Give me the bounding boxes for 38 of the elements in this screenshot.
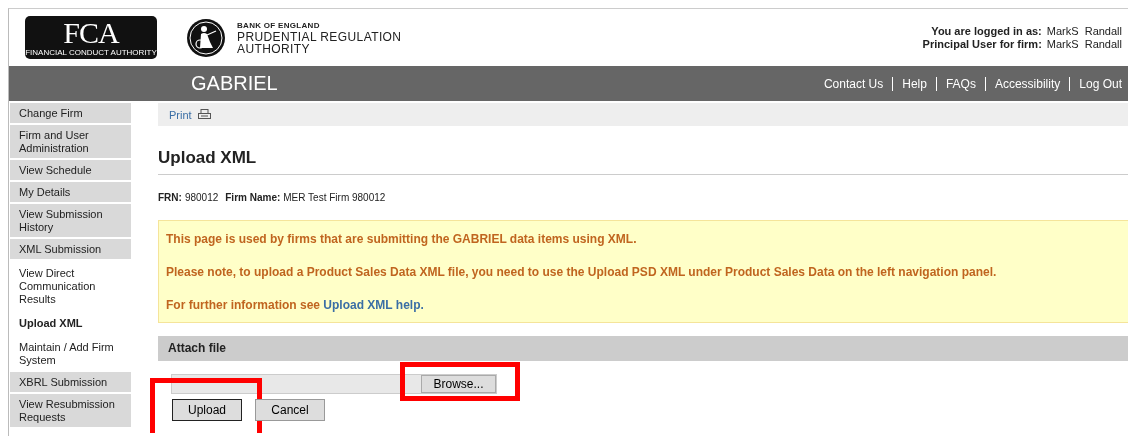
field-value: 980012 (184, 192, 219, 203)
sidebar-item[interactable]: XBRL Submission (10, 372, 131, 394)
emblem-icon (186, 17, 226, 58)
user-label: You are logged in as: (931, 24, 1042, 38)
sidebar-item[interactable]: View Resubmission Requests (10, 394, 131, 429)
nav-link[interactable]: Help (902, 76, 927, 91)
print-link[interactable]: Print (169, 108, 192, 121)
user-label: Principal User for firm: (922, 37, 1042, 51)
sidebar-item[interactable]: View Schedule (10, 160, 131, 182)
notice-text: This page is used by firms that are submitting the GABRIEL data items using XML. (166, 232, 638, 246)
sidebar-item[interactable]: XML Submission (10, 239, 131, 261)
nav-link[interactable]: Accessibility (994, 76, 1061, 91)
sidebar-item[interactable]: My Details (10, 182, 131, 204)
cancel-button[interactable]: Cancel (255, 399, 325, 421)
section-header: Attach file (158, 336, 1128, 361)
upload-button[interactable]: Upload (172, 399, 242, 421)
field-value: MER Test Firm 980012 (283, 192, 386, 203)
page-title: Upload XML (158, 148, 1128, 175)
browse-button[interactable]: Browse... (421, 375, 496, 393)
field-label: FRN: (158, 192, 182, 203)
printer-icon[interactable] (197, 109, 211, 120)
app-title: GABRIEL (191, 72, 278, 95)
nav-link[interactable]: Contact Us (823, 76, 884, 91)
sidebar-item[interactable]: Firm and User Administration (10, 125, 131, 160)
user-name: MarkS Randall (1046, 24, 1122, 38)
sidebar-item[interactable]: View Submission History (10, 204, 131, 239)
fca-logo: FCA FINANCIAL CONDUCT AUTHORITY (25, 16, 157, 59)
help-link[interactable]: Upload XML help. (323, 298, 424, 312)
user-name: MarkS Randall (1046, 37, 1122, 51)
notice-text: Please note, to upload a Product Sales Data XML file, you need to use the Upload PSD XML under Product Sales Data on the left navigation panel. (166, 265, 998, 279)
organisation-name: PRUDENTIAL REGULATION (237, 31, 402, 43)
nav-link[interactable]: FAQs (945, 76, 976, 91)
organisation-name: BANK OF ENGLAND (237, 20, 321, 31)
nav-link[interactable]: Log Out (1079, 76, 1122, 91)
field-label: Firm Name: (225, 192, 281, 203)
sidebar-item[interactable]: Change Firm (10, 103, 131, 125)
notice-text: For further information see (166, 298, 320, 312)
organisation-name: AUTHORITY (237, 43, 311, 55)
